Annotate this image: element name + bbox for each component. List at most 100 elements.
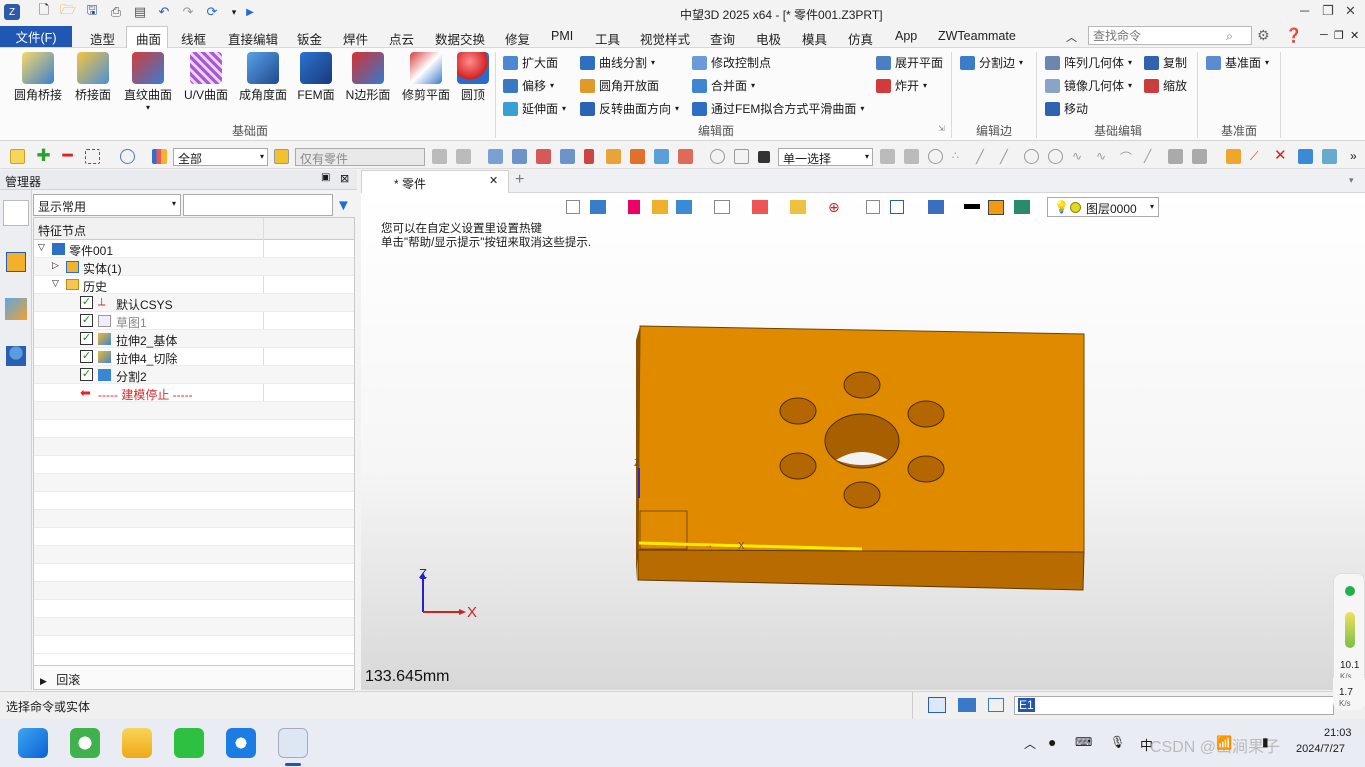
close-tab-icon[interactable]: ✕ — [489, 174, 498, 187]
filter-input[interactable] — [183, 194, 333, 216]
pattern-geometry-button[interactable]: 阵列几何体 ▾ — [1045, 54, 1132, 71]
bolt-hole[interactable] — [779, 452, 817, 480]
filter-combo[interactable]: 全部 ▾ — [173, 148, 268, 166]
expand-icon[interactable]: ▶ — [40, 676, 47, 686]
line-icon[interactable]: ╱ — [1000, 149, 1015, 164]
collapse-ribbon-icon[interactable]: ︿ — [1066, 29, 1077, 45]
fillet-open-face-button[interactable]: 圆角开放面 — [580, 77, 659, 94]
view-icon[interactable] — [652, 200, 668, 214]
select-mode-combo[interactable]: 单一选择 ▾ — [778, 148, 873, 166]
new-tab-icon[interactable]: + — [515, 171, 524, 189]
extend-face-button[interactable]: 扩大面 — [503, 54, 558, 71]
tab-pmi[interactable]: PMI — [551, 29, 573, 43]
layer-icon[interactable] — [1014, 200, 1030, 214]
view-icon[interactable]: ⊕ — [828, 199, 840, 216]
tray-chevron-icon[interactable]: ︿ — [1024, 735, 1036, 752]
more-icon[interactable]: » — [1350, 149, 1365, 164]
close-panel-icon[interactable]: ⊠ — [340, 172, 349, 185]
toolbar-icon[interactable] — [1298, 149, 1313, 164]
delete-icon[interactable]: ✕ — [1274, 148, 1289, 164]
view-icon[interactable] — [890, 200, 904, 214]
tab-sheetmetal[interactable]: 钣金 — [297, 29, 322, 48]
tree-node-split[interactable]: ✓ 分割2 — [34, 366, 354, 384]
curve-icon[interactable]: ∿ — [1096, 149, 1111, 164]
bolt-hole[interactable] — [843, 371, 881, 399]
battery-icon[interactable]: ▮ — [1262, 735, 1269, 749]
parts-filter-icon[interactable] — [274, 149, 289, 164]
ruled-surface-button[interactable]: 直纹曲面 ▾ — [120, 52, 176, 112]
bridge-surface-button[interactable]: 桥接面 — [70, 52, 116, 103]
settings-gear-icon[interactable]: ⚙ — [1257, 27, 1270, 44]
line-weight-icon[interactable] — [964, 204, 980, 209]
screen-icon[interactable] — [958, 698, 976, 712]
remove-icon[interactable]: ━ — [60, 147, 75, 164]
print-icon[interactable]: ⎙ — [108, 4, 124, 20]
tab-repair[interactable]: 修复 — [505, 29, 530, 48]
visibility-checkbox[interactable]: ✓ — [80, 296, 93, 309]
toolbar-icon[interactable]: ∴ — [952, 149, 967, 164]
display-combo[interactable]: 显示常用 ▾ — [33, 194, 181, 216]
tree-node-extrude-cut[interactable]: ✓ 拉伸4_切除 — [34, 348, 354, 366]
keyboard-icon[interactable]: ⌨ — [1075, 735, 1092, 749]
parts-only-combo[interactable]: 仅有零件 — [295, 148, 425, 166]
angled-surface-button[interactable]: 成角度面 — [236, 52, 290, 103]
doc-restore-icon[interactable]: ❐ — [1334, 29, 1344, 42]
filter-icon[interactable] — [152, 149, 167, 164]
toolbar-icon[interactable] — [904, 149, 919, 164]
color-swatch-icon[interactable] — [988, 200, 1004, 215]
datum-plane-button[interactable]: 基准面 ▾ — [1206, 54, 1269, 71]
n-sided-surface-button[interactable]: N边形面 — [342, 52, 394, 103]
explode-button[interactable]: 炸开 ▾ — [876, 77, 927, 94]
view-icon[interactable] — [590, 200, 606, 214]
wechat-icon[interactable] — [174, 728, 204, 758]
circle-icon[interactable] — [1024, 149, 1039, 164]
move-button[interactable]: 移动 — [1045, 100, 1088, 117]
minimize-icon[interactable]: ─ — [1300, 3, 1309, 18]
toolbar-icon[interactable] — [456, 149, 471, 164]
toolbar-icon[interactable] — [584, 149, 594, 164]
undo-icon[interactable]: ↶ — [156, 4, 172, 20]
tree-node-sketch[interactable]: ✓ 草图1 — [34, 312, 354, 330]
toolbar-icon[interactable] — [536, 149, 551, 164]
windows-start-icon[interactable] — [18, 728, 48, 758]
pin-icon[interactable]: ▣ — [321, 172, 330, 183]
expand-icon[interactable]: ▷ — [52, 260, 59, 271]
tab-simulation[interactable]: 仿真 — [848, 29, 873, 48]
tab-zwteammate[interactable]: ZWTeammate — [938, 29, 1016, 43]
redo-icon[interactable]: ↷ — [180, 4, 196, 20]
uv-surface-button[interactable]: U/V曲面 — [180, 52, 232, 103]
play-icon[interactable]: ▶ — [242, 4, 258, 20]
part-front-face[interactable] — [637, 549, 1085, 591]
tab-electrode[interactable]: 电极 — [756, 29, 781, 48]
bolt-hole[interactable] — [779, 397, 817, 425]
trim-plane-button[interactable]: 修剪平面 — [398, 52, 454, 103]
tree-node-part[interactable]: ▽ 零件001 — [34, 240, 354, 258]
scale-button[interactable]: 缩放 — [1144, 77, 1187, 94]
regen-icon[interactable]: ⟳ — [204, 4, 220, 20]
toolbar-icon[interactable]: ⟋ — [1250, 149, 1265, 164]
visibility-checkbox[interactable]: ✓ — [80, 332, 93, 345]
restore-icon[interactable]: ❐ — [1322, 3, 1334, 19]
view-icon[interactable] — [676, 200, 692, 214]
split-edge-button[interactable]: 分割边 ▾ — [960, 54, 1023, 71]
tab-visual-style[interactable]: 视觉样式 — [640, 29, 690, 48]
tab-app[interactable]: App — [895, 29, 917, 43]
view-icon[interactable] — [714, 200, 730, 214]
view-icon[interactable] — [566, 200, 580, 214]
app-logo-icon[interactable]: Z — [4, 4, 20, 20]
toolbar-icon[interactable] — [1192, 149, 1207, 164]
merge-faces-button[interactable]: 合并面 ▾ — [692, 77, 755, 94]
toolbar-icon[interactable] — [678, 149, 693, 164]
tree-node-solid[interactable]: ▷ 实体(1) — [34, 258, 354, 276]
extend-surface-button[interactable]: 延伸面 ▾ — [503, 100, 566, 117]
close-icon[interactable]: ✕ — [1345, 3, 1356, 19]
command-input[interactable]: E1 — [1014, 696, 1334, 715]
tab-document[interactable]: * 零件001.Z3PRT — [361, 170, 509, 206]
view-icon[interactable] — [628, 200, 640, 214]
fem-smooth-button[interactable]: 通过FEM拟合方式平滑曲面 ▾ — [692, 100, 864, 117]
tab-pointcloud[interactable]: 点云 — [389, 29, 414, 48]
tree-node-csys[interactable]: ✓ ⟂ 默认CSYS — [34, 294, 354, 312]
view-icon[interactable] — [928, 200, 944, 214]
file-menu[interactable]: 文件(F) — [0, 26, 72, 47]
tab-direct-edit[interactable]: 直接编辑 — [228, 29, 278, 48]
